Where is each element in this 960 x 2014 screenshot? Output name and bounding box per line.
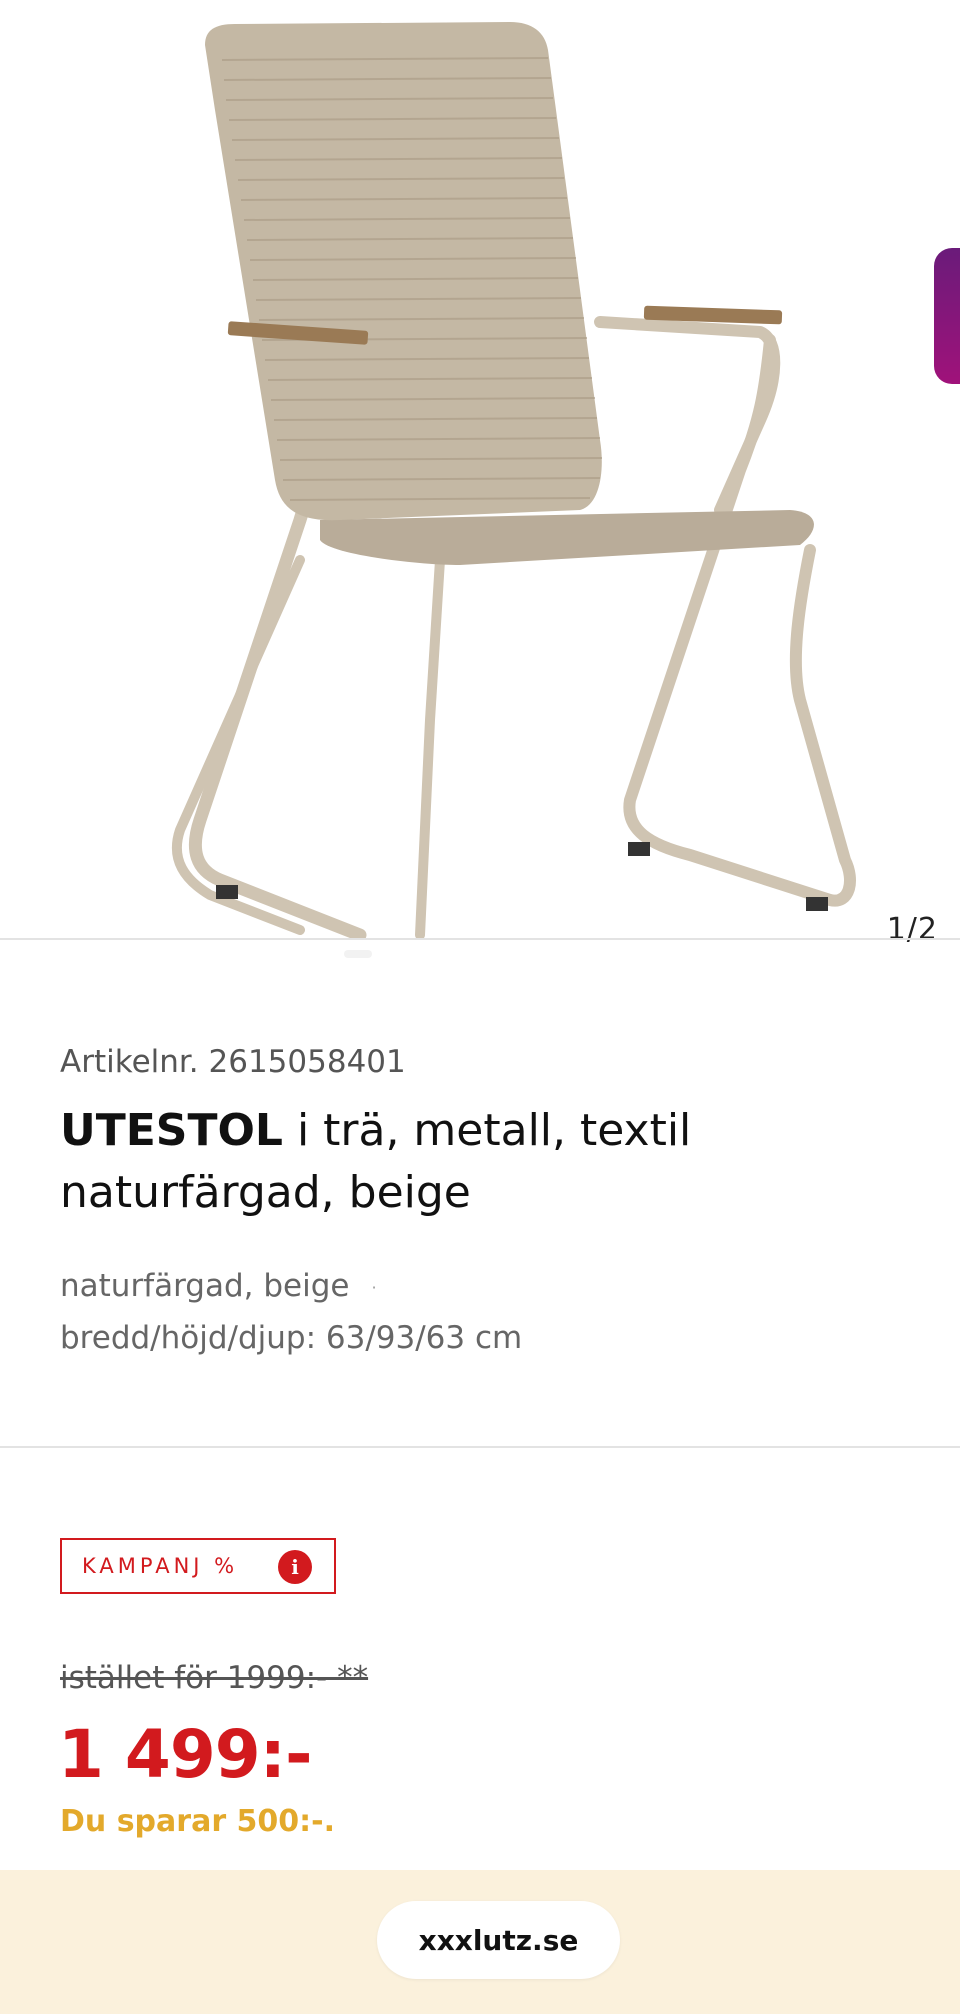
info-icon[interactable]: i xyxy=(278,1550,312,1584)
address-bar[interactable]: xxxlutz.se xyxy=(377,1901,620,1979)
old-price: istället för 1999:- ** xyxy=(60,1660,369,1696)
gallery-indicator xyxy=(344,950,372,958)
savings-text: Du sparar 500:-. xyxy=(60,1804,336,1839)
side-promo-tab[interactable] xyxy=(934,248,960,384)
product-materials: i trä, metall, textil xyxy=(282,1105,692,1156)
section-divider xyxy=(0,1446,960,1448)
variant-selector[interactable]: naturfärgad, beige · xyxy=(60,1268,377,1304)
campaign-label: KAMPANJ % xyxy=(82,1554,239,1578)
product-name: UTESTOL xyxy=(60,1105,283,1156)
variant-label: naturfärgad, beige xyxy=(60,1268,350,1304)
product-image[interactable] xyxy=(0,0,960,938)
gallery-divider xyxy=(0,938,960,940)
product-color: naturfärgad, beige xyxy=(60,1167,471,1218)
product-image-gallery[interactable]: 1/2 xyxy=(0,0,960,947)
article-number: Artikelnr. 2615058401 xyxy=(60,1044,406,1080)
campaign-badge[interactable]: KAMPANJ % i xyxy=(60,1538,336,1594)
current-price: 1 499:- xyxy=(58,1716,312,1793)
product-dimensions: bredd/höjd/djup: 63/93/63 cm xyxy=(60,1320,523,1356)
url-text: xxxlutz.se xyxy=(418,1923,579,1957)
product-title: UTESTOL i trä, metall, textil naturfärga… xyxy=(60,1100,920,1224)
variant-separator: · xyxy=(371,1278,377,1297)
gallery-counter: 1/2 xyxy=(886,912,938,947)
